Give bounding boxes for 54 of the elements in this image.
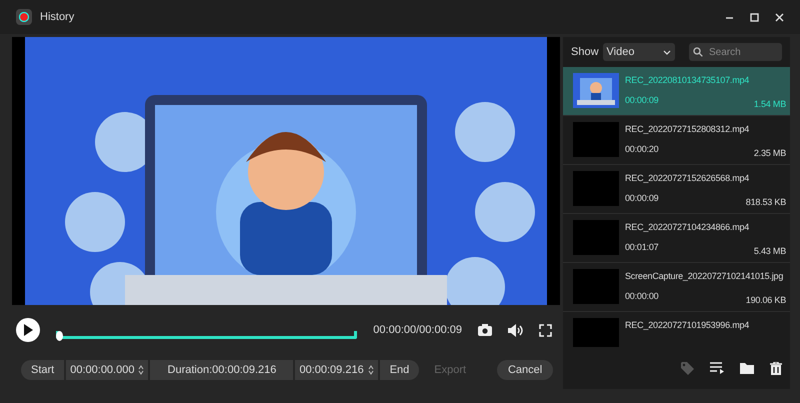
search-input[interactable]: Search [707, 44, 777, 60]
duration-field: Duration:00:00:09.216 [150, 360, 294, 380]
file-item[interactable]: REC_20220727152808312.mp4 00:00:20 2.35 MB [563, 116, 790, 165]
search-icon [693, 47, 703, 57]
play-button[interactable] [16, 318, 40, 342]
close-icon[interactable] [775, 12, 784, 22]
maximize-icon[interactable] [750, 12, 759, 22]
speaker-icon[interactable] [508, 324, 523, 336]
thumbnail [573, 122, 619, 157]
cancel-button[interactable]: Cancel [497, 360, 554, 380]
file-size: 5.43 MB [754, 244, 786, 258]
playlist-icon[interactable] [710, 362, 724, 374]
caret-icon [662, 50, 671, 54]
file-duration: 00:00:00 [625, 290, 658, 302]
thumbnail [573, 269, 619, 304]
file-name: REC_20220727101953996.mp4 [625, 319, 750, 332]
file-item[interactable]: REC_20220810134735107.mp4 00:00:09 1.54 MB [563, 67, 790, 116]
fullscreen-icon[interactable] [539, 324, 552, 336]
file-item[interactable]: REC_20220727152626568.mp4 00:00:09 818.53 KB [563, 165, 790, 214]
file-size: 1.54 MB [754, 98, 786, 110]
filter-label: Show [571, 44, 599, 60]
file-item[interactable]: REC_20220727101953996.mp4 [563, 312, 790, 347]
file-name: ScreenCapture_20220727102141015.jpg [625, 270, 784, 283]
file-duration: 00:01:07 [625, 240, 658, 254]
thumbnail [573, 220, 619, 255]
app-icon [16, 9, 32, 25]
file-size: 190.06 KB [746, 294, 786, 306]
file-duration: 00:00:09 [625, 94, 658, 106]
end-button[interactable]: End [380, 360, 420, 380]
search-field[interactable]: Search [689, 43, 782, 61]
file-name: REC_20220727104234866.mp4 [625, 221, 750, 234]
thumbnail [573, 318, 619, 347]
file-size: 2.35 MB [754, 146, 786, 160]
file-name: REC_20220727152626568.mp4 [625, 172, 750, 185]
trim-range[interactable] [56, 331, 358, 339]
time-spinner[interactable]: 00:00:00.000 [66, 360, 148, 380]
time-readout: 00:00:00/00:00:09 [373, 322, 462, 338]
file-size: 818.53 KB [746, 196, 786, 208]
trash-icon[interactable] [770, 362, 782, 374]
file-duration: 00:00:20 [625, 142, 658, 156]
filter-dropdown[interactable]: Video [602, 43, 675, 61]
thumbnail [573, 171, 619, 206]
start-button[interactable]: Start [21, 360, 64, 380]
file-item[interactable]: REC_20220727104234866.mp4 00:01:07 5.43 MB [563, 214, 790, 263]
folder-icon[interactable] [740, 362, 754, 374]
file-name: REC_20220727152808312.mp4 [625, 123, 750, 136]
camera-icon[interactable] [478, 324, 492, 336]
play-icon [23, 324, 33, 336]
file-duration: 00:00:09 [625, 192, 658, 204]
file-name: REC_20220810134735107.mp4 [625, 74, 750, 87]
file-item[interactable]: ScreenCapture_20220727102141015.jpg 00:00:00 190.06 KB [563, 263, 790, 312]
time-spinner[interactable]: 00:00:09.216 [295, 360, 378, 380]
window-title: History [40, 10, 74, 25]
playhead[interactable] [56, 331, 63, 341]
